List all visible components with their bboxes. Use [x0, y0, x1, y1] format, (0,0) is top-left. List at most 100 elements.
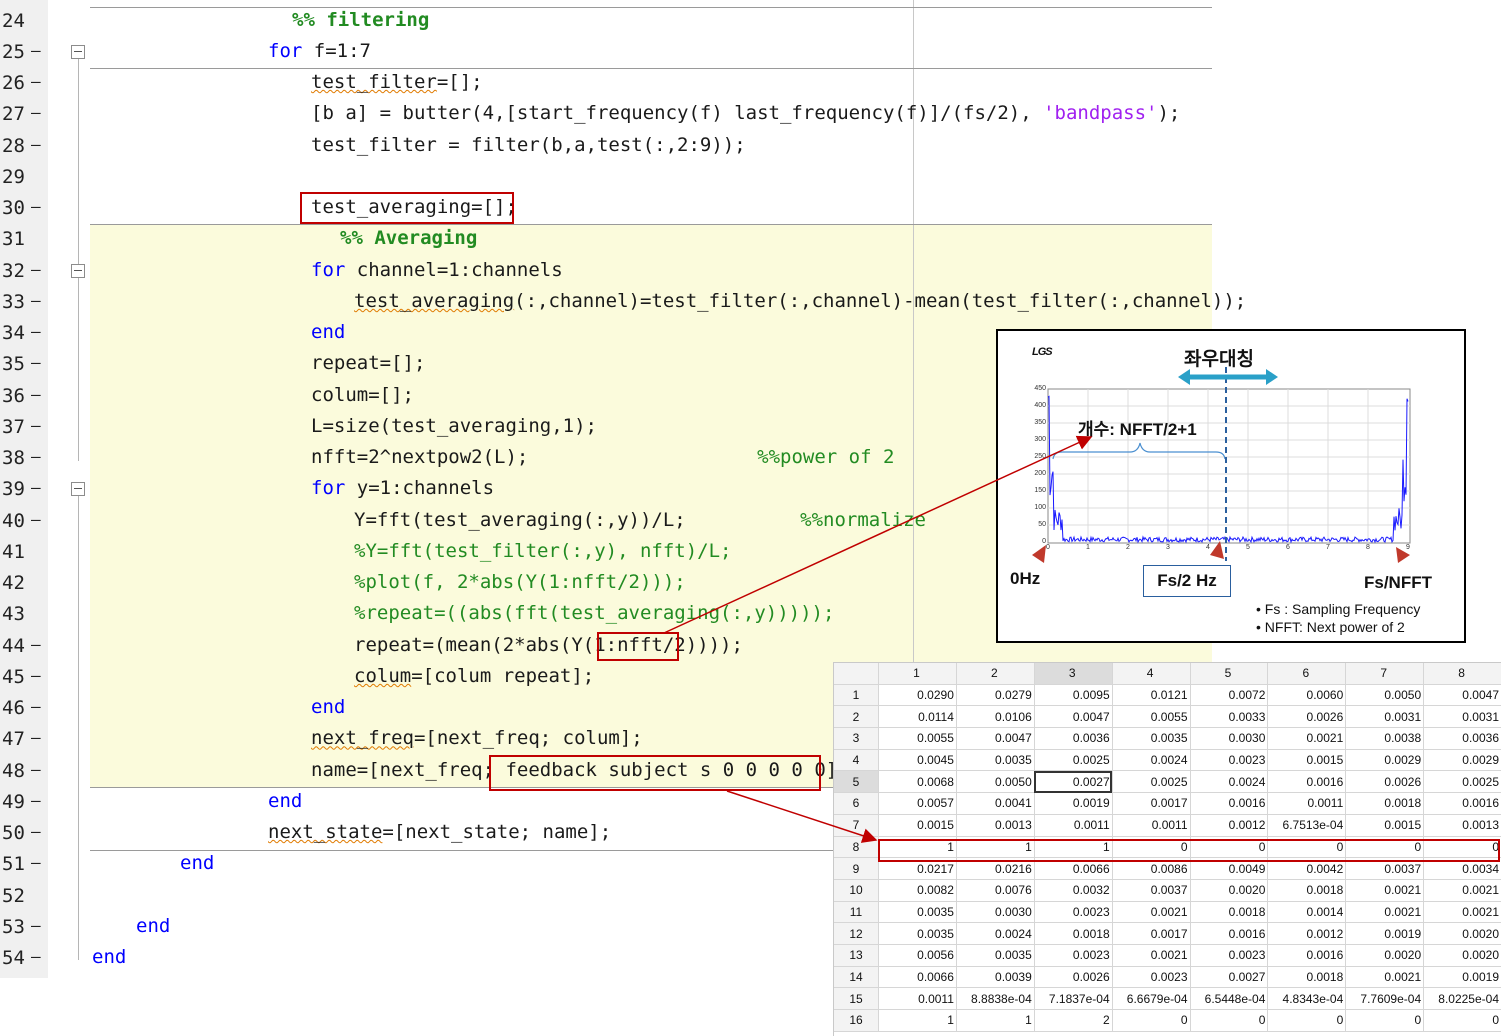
table-cell[interactable]: 0.0023	[1190, 944, 1269, 967]
table-cell[interactable]: 0.0024	[956, 922, 1035, 945]
table-cell[interactable]: 0.0027	[1190, 966, 1269, 989]
table-cell[interactable]: 2	[1034, 1009, 1113, 1032]
breakpoint-marker[interactable]: –	[31, 635, 41, 654]
table-cell[interactable]: 0.0066	[1034, 857, 1113, 880]
breakpoint-marker[interactable]: –	[31, 853, 41, 872]
table-cell[interactable]: 0	[1267, 836, 1347, 859]
table-cell[interactable]: 0.0016	[1423, 792, 1501, 815]
table-cell[interactable]: 0.0021	[1112, 944, 1191, 967]
table-cell[interactable]: 0.0021	[1423, 879, 1501, 902]
table-cell[interactable]: 0.0015	[1267, 749, 1347, 772]
table-row[interactable]: 6 0.0057 0.0041 0.0019 0.0017 0.0016 0.0011 0.0…	[834, 792, 1501, 815]
row-header[interactable]: 11	[834, 901, 879, 924]
table-row[interactable]: 11 0.0035 0.0030 0.0023 0.0021 0.0018 0.0014 0.…	[834, 901, 1501, 924]
breakpoint-marker[interactable]: –	[31, 416, 41, 435]
table-cell[interactable]: 0.0047	[1034, 705, 1113, 729]
breakpoint-marker[interactable]: –	[31, 353, 41, 372]
table-cell[interactable]: 0.0024	[1190, 770, 1269, 794]
table-cell[interactable]: 0.0033	[1190, 705, 1269, 729]
row-header[interactable]: 13	[834, 944, 879, 967]
table-row[interactable]: 2 0.0114 0.0106 0.0047 0.0055 0.0033 0.0026 0.0…	[834, 705, 1501, 729]
table-cell[interactable]: 0.0066	[878, 966, 957, 989]
table-cell[interactable]: 0.0025	[1423, 770, 1501, 794]
table-cell[interactable]: 0.0016	[1190, 922, 1269, 945]
table-cell[interactable]: 0.0019	[1423, 966, 1501, 989]
table-cell[interactable]: 0.0047	[956, 727, 1035, 750]
table-cell[interactable]: 0.0031	[1423, 705, 1501, 729]
column-header[interactable]: 8	[1423, 663, 1501, 685]
breakpoint-marker[interactable]: –	[31, 697, 41, 716]
breakpoint-marker[interactable]: –	[31, 385, 41, 404]
breakpoint-marker[interactable]: –	[31, 72, 41, 91]
table-cell[interactable]: 4.8343e-04	[1267, 987, 1347, 1010]
row-header[interactable]: 3	[834, 727, 879, 750]
variable-editor-table[interactable]: 12345678 1 0.0290 0.0279 0.0095 0.0121 0.0072…	[833, 662, 1501, 1036]
row-header[interactable]: 15	[834, 987, 879, 1010]
table-cell[interactable]: 0.0023	[1034, 944, 1113, 967]
table-cell[interactable]: 0.0106	[956, 705, 1035, 729]
table-cell[interactable]: 0.0016	[1190, 792, 1269, 815]
table-cell[interactable]: 0	[1345, 1009, 1425, 1032]
table-cell[interactable]: 0.0021	[1345, 966, 1425, 989]
column-header[interactable]: 3	[1034, 663, 1113, 685]
table-cell[interactable]: 7.1837e-04	[1034, 987, 1113, 1010]
table-row[interactable]: 10 0.0082 0.0076 0.0032 0.0037 0.0020 0.0018 0.…	[834, 879, 1501, 902]
table-cell[interactable]: 0.0011	[1112, 814, 1191, 837]
table-cell[interactable]: 0.0047	[1423, 684, 1501, 707]
breakpoint-marker[interactable]: –	[31, 728, 41, 747]
table-cell[interactable]: 6.5448e-04	[1190, 987, 1269, 1010]
code-line[interactable]: 30– test_averaging=[];	[0, 192, 1212, 223]
breakpoint-marker[interactable]: –	[31, 760, 41, 779]
table-cell[interactable]: 0.0049	[1190, 857, 1269, 880]
breakpoint-marker[interactable]: –	[31, 135, 41, 154]
code-line[interactable]: 26– test_filter=[];	[0, 67, 1212, 98]
row-header[interactable]: 4	[834, 749, 879, 772]
breakpoint-marker[interactable]: –	[31, 41, 41, 60]
table-cell[interactable]: 0.0029	[1423, 749, 1501, 772]
table-cell[interactable]: 0.0019	[1345, 922, 1425, 945]
table-cell[interactable]: 0.0031	[1345, 705, 1425, 729]
code-fold-toggle[interactable]	[71, 482, 85, 497]
table-cell[interactable]: 0	[1423, 836, 1501, 859]
table-cell[interactable]: 0.0012	[1267, 922, 1347, 945]
table-cell[interactable]: 0.0013	[1423, 814, 1501, 837]
table-cell[interactable]: 6.6679e-04	[1112, 987, 1191, 1010]
table-cell[interactable]: 0.0011	[1034, 814, 1113, 837]
table-cell[interactable]: 0.0018	[1267, 966, 1347, 989]
column-header[interactable]: 1	[878, 663, 957, 685]
table-row[interactable]: 14 0.0066 0.0039 0.0026 0.0023 0.0027 0.0018 0.…	[834, 966, 1501, 989]
breakpoint-marker[interactable]: –	[31, 197, 41, 216]
breakpoint-marker[interactable]: –	[31, 447, 41, 466]
code-line[interactable]: 29	[0, 161, 1212, 192]
table-cell[interactable]: 0.0016	[1267, 770, 1347, 794]
table-cell[interactable]: 1	[878, 1009, 957, 1032]
table-cell[interactable]: 0.0086	[1112, 857, 1191, 880]
table-cell[interactable]: 8.8838e-04	[956, 987, 1035, 1010]
table-cell[interactable]: 0	[1112, 836, 1191, 859]
table-cell[interactable]: 0.0056	[878, 944, 957, 967]
table-cell[interactable]: 8.0225e-04	[1423, 987, 1501, 1010]
table-cell[interactable]: 0.0023	[1190, 749, 1269, 772]
column-header[interactable]: 6	[1267, 663, 1347, 685]
table-row[interactable]: 13 0.0056 0.0035 0.0023 0.0021 0.0023 0.0016 0.…	[834, 944, 1501, 967]
table-cell[interactable]: 0.0021	[1345, 879, 1425, 902]
breakpoint-marker[interactable]: –	[31, 916, 41, 935]
breakpoint-marker[interactable]: –	[31, 291, 41, 310]
table-row[interactable]: 15 0.0011 8.8838e-04 7.1837e-04 6.6679e-04 6.…	[834, 987, 1501, 1010]
table-cell[interactable]: 0	[1423, 1009, 1501, 1032]
row-header[interactable]: 9	[834, 857, 879, 880]
table-cell[interactable]: 0.0026	[1345, 770, 1425, 794]
table-cell[interactable]: 1	[1034, 836, 1113, 859]
table-cell[interactable]: 0	[1345, 836, 1425, 859]
code-fold-toggle[interactable]	[71, 44, 85, 59]
table-cell[interactable]: 0.0018	[1345, 792, 1425, 815]
row-header[interactable]: 16	[834, 1009, 879, 1032]
table-cell[interactable]: 0.0279	[956, 684, 1035, 707]
table-row[interactable]: 3 0.0055 0.0047 0.0036 0.0035 0.0030 0.0021 0.0…	[834, 727, 1501, 750]
table-cell[interactable]: 0.0020	[1423, 922, 1501, 945]
table-cell[interactable]: 0.0021	[1112, 901, 1191, 924]
table-row[interactable]: 811100000	[834, 836, 1501, 859]
table-cell[interactable]: 0	[1112, 1009, 1191, 1032]
table-cell[interactable]: 0.0035	[956, 944, 1035, 967]
breakpoint-marker[interactable]: –	[31, 478, 41, 497]
